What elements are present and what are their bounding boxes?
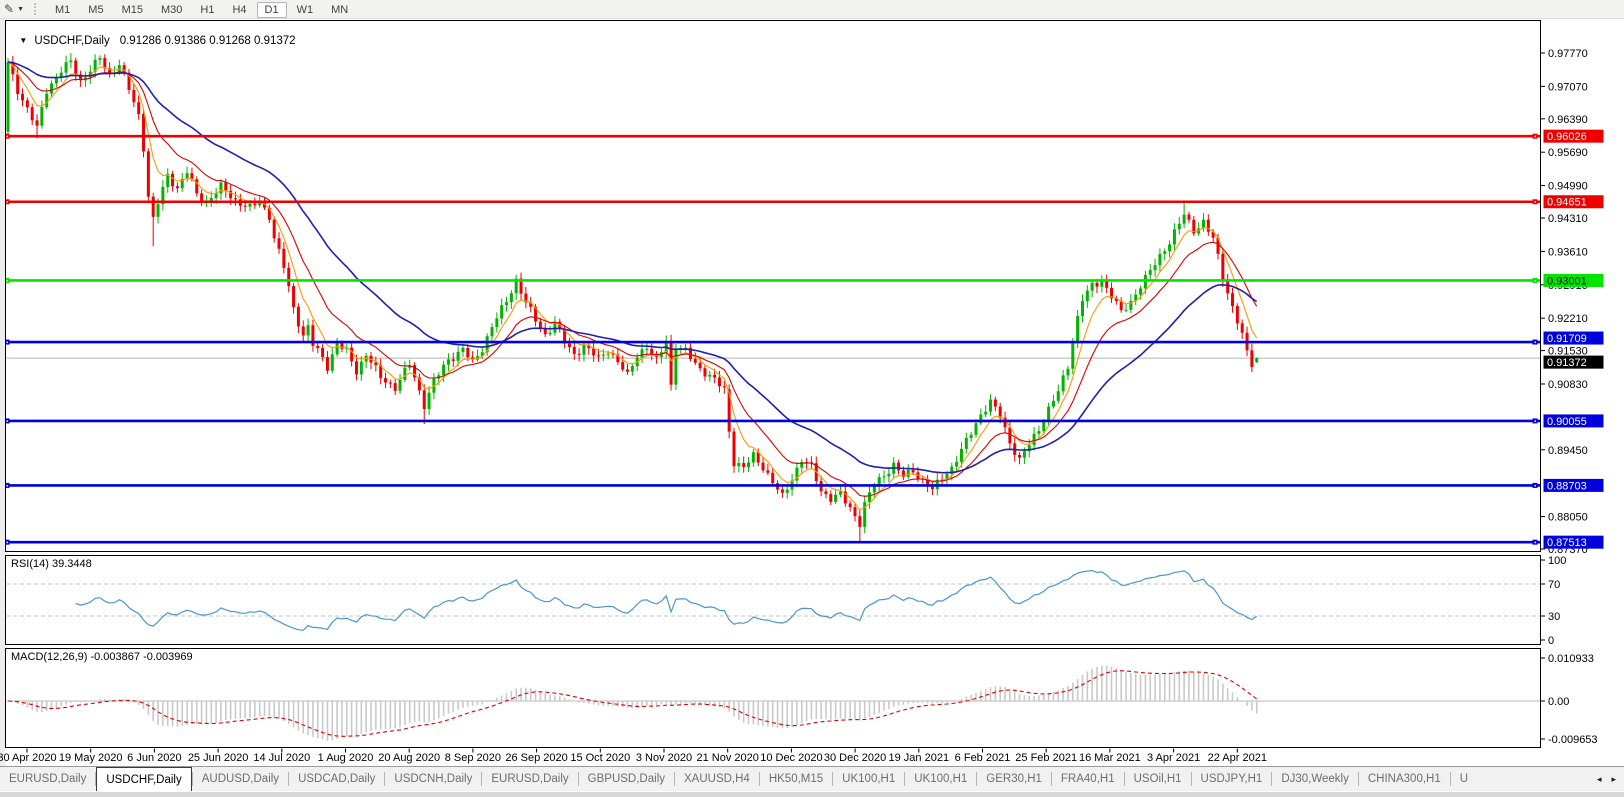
date-tick-label: 25 Jun 2020 [188,752,249,764]
date-tick-label: 19 May 2020 [59,752,123,764]
price-axis[interactable]: 0.97770 0.97070 0.96390 0.95690 0.94990 0.943… [1541,48,1604,746]
rsi-axis-label: 100 [1548,555,1566,567]
date-tick-label: 6 Feb 2021 [955,752,1011,764]
date-tick-label: 8 Sep 2020 [445,752,501,764]
date-tick-label: 19 Jan 2021 [889,752,950,764]
rsi-axis-label: 30 [1548,611,1560,623]
price-tick-label: 0.90830 [1548,379,1588,391]
date-tick-label: 15 Oct 2020 [570,752,630,764]
price-tick-label: 0.96390 [1548,114,1588,126]
timeframe-button-m30[interactable]: M30 [153,2,190,18]
timeframe-button-mn[interactable]: MN [323,2,356,18]
caret-down-icon[interactable]: ▼ [17,6,24,13]
toolbar-grip-icon [34,3,38,15]
tab-item-6[interactable]: GBPUSD,Daily [579,767,674,791]
current-price-label: 0.91372 [1547,357,1587,369]
tab-item-5[interactable]: EURUSD,Daily [482,767,577,791]
tab-item-17[interactable]: U [1451,767,1477,791]
tab-item-1[interactable]: USDCHF,Daily [96,767,191,791]
tab-item-12[interactable]: FRA40,H1 [1052,767,1124,791]
date-tick-label: 10 Dec 2020 [760,752,822,764]
tab-list: EURUSD,DailyUSDCHF,DailyAUDUSD,DailyUSDC… [0,767,1477,791]
rsi-axis-label: 0 [1548,635,1554,647]
date-tick-label: 14 Jul 2020 [253,752,310,764]
tab-item-3[interactable]: USDCAD,Daily [289,767,384,791]
left-margin [0,18,5,766]
date-tick-label: 30 Dec 2020 [824,752,886,764]
price-tick-label: 0.94990 [1548,181,1588,193]
date-tick-label: 3 Apr 2021 [1147,752,1200,764]
tab-item-0[interactable]: EURUSD,Daily [0,767,95,791]
timeframe-button-h1[interactable]: H1 [192,2,222,18]
tab-item-9[interactable]: UK100,H1 [833,767,904,791]
timeframe-button-w1[interactable]: W1 [289,2,322,18]
date-tick-label: 6 Jun 2020 [127,752,181,764]
price-tick-label: 0.89450 [1548,445,1588,457]
price-tick-label: 0.92210 [1548,313,1588,325]
date-tick-label: 3 Nov 2020 [636,752,692,764]
price-line-label: 0.94651 [1547,197,1587,209]
date-tick-label: 16 Mar 2021 [1079,752,1141,764]
date-tick-label: 20 Aug 2020 [378,752,440,764]
timeframe-button-m15[interactable]: M15 [114,2,151,18]
price-line-label: 0.88703 [1547,480,1587,492]
price-line-label: 0.91709 [1547,333,1587,345]
symbol-tab-bar: EURUSD,DailyUSDCHF,DailyAUDUSD,DailyUSDC… [0,766,1624,791]
chart-window[interactable]: 0.97770 0.97070 0.96390 0.95690 0.94990 0.943… [0,0,1624,796]
price-tick-label: 0.93610 [1548,246,1588,258]
timeframe-button-m1[interactable]: M1 [47,2,78,18]
window-bottom-strip [0,791,1624,797]
price-tick-label: 0.97770 [1548,48,1588,60]
tab-scroll-arrows: ◂ ▸ [1593,767,1624,791]
price-line-label: 0.87513 [1547,537,1587,549]
tab-item-14[interactable]: USDJPY,H1 [1192,767,1272,791]
price-tick-label: 0.95690 [1548,147,1588,159]
date-tick-label: 26 Sep 2020 [505,752,567,764]
tab-item-7[interactable]: XAUUSD,H4 [675,767,759,791]
tab-item-15[interactable]: DJ30,Weekly [1272,767,1358,791]
cursor-draw-icon[interactable]: ✎ [4,2,14,16]
tab-item-13[interactable]: USOil,H1 [1125,767,1191,791]
tab-item-16[interactable]: CHINA300,H1 [1359,767,1450,791]
tab-item-8[interactable]: HK50,M15 [760,767,832,791]
timeframe-button-d1[interactable]: D1 [257,2,287,18]
price-tick-label: 0.88050 [1548,512,1588,524]
timeframe-button-h4[interactable]: H4 [224,2,254,18]
date-tick-label: 1 Aug 2020 [318,752,374,764]
macd-axis-label: 0.00 [1548,696,1569,708]
toolbar: ✎ ▼ M1M5M15M30H1H4D1W1MN [0,0,1624,19]
date-axis[interactable]: 30 Apr 202019 May 2020 6 Jun 2020 25 Jun 2… [0,749,1267,765]
tab-item-10[interactable]: UK100,H1 [905,767,976,791]
tab-scroll-right-icon[interactable]: ▸ [1611,774,1616,785]
price-line-label: 0.96026 [1547,131,1587,143]
tab-scroll-left-icon[interactable]: ◂ [1597,774,1602,785]
tab-item-4[interactable]: USDCNH,Daily [385,767,481,791]
date-tick-label: 25 Feb 2021 [1015,752,1077,764]
tab-item-2[interactable]: AUDUSD,Daily [193,767,288,791]
date-tick-label: 21 Nov 2020 [697,752,759,764]
date-tick-label: 22 Apr 2021 [1208,752,1267,764]
price-tick-label: 0.94310 [1548,213,1588,225]
price-tick-label: 0.97070 [1548,81,1588,93]
price-line-label: 0.90055 [1547,416,1587,428]
macd-indicator-label: MACD(12,26,9) -0.003867 -0.003969 [11,651,193,663]
price-line-label: 0.93001 [1547,275,1587,287]
chart-title: ▼ USDCHF,Daily 0.91286 0.91386 0.91268 0.9… [13,23,296,47]
timeframe-button-m5[interactable]: M5 [80,2,111,18]
macd-axis-label: 0.010933 [1548,653,1594,665]
timeframe-button-group: M1M5M15M30H1H4D1W1MN [46,0,357,18]
date-tick-label: 30 Apr 2020 [0,752,57,764]
macd-axis-label: -0.009653 [1548,734,1598,746]
rsi-indicator-label: RSI(14) 39.3448 [11,558,92,570]
chart-symbol: USDCHF,Daily [34,35,109,47]
tab-item-11[interactable]: GER30,H1 [977,767,1051,791]
chart-ohlc-values: 0.91286 0.91386 0.91268 0.91372 [120,35,296,47]
symbol-caret-icon[interactable]: ▼ [19,36,27,45]
rsi-axis-label: 70 [1548,579,1560,591]
